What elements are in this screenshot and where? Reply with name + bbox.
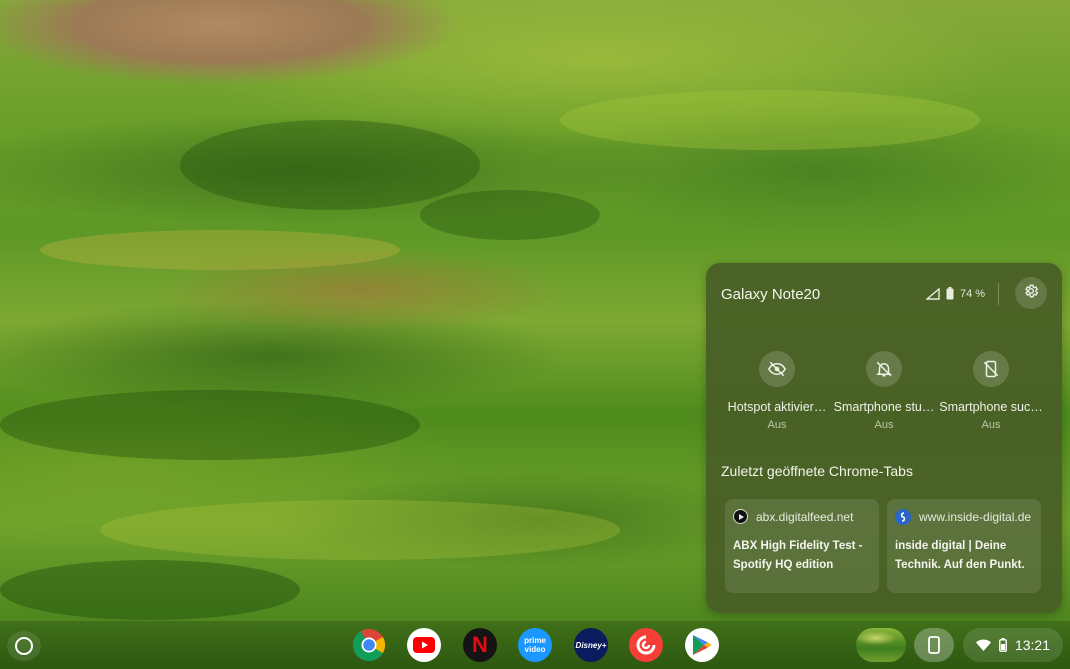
app-play-store[interactable] xyxy=(685,628,719,662)
phone-status: 74 % xyxy=(926,287,985,300)
phone-off-icon xyxy=(973,351,1009,387)
locate-phone-toggle[interactable]: Smartphone suc… Aus xyxy=(938,351,1044,431)
recent-tab-card[interactable]: abx.digitalfeed.net ABX High Fidelity Te… xyxy=(725,499,879,593)
hotspot-off-icon xyxy=(759,351,795,387)
hill-highlight xyxy=(560,90,980,150)
hill-highlight xyxy=(40,230,400,270)
signal-icon xyxy=(926,287,940,300)
play-circle-icon xyxy=(733,509,748,524)
prime-video-icon: prime video xyxy=(524,636,546,654)
app-youtube[interactable] xyxy=(407,628,441,662)
app-disney-plus[interactable]: Disney+ xyxy=(574,628,608,662)
tab-site: abx.digitalfeed.net xyxy=(733,509,853,524)
hill-highlight xyxy=(100,500,620,560)
tab-site-url: abx.digitalfeed.net xyxy=(756,509,854,524)
netflix-icon: N xyxy=(472,632,488,657)
silence-phone-state: Aus xyxy=(874,419,894,431)
silence-phone-toggle[interactable]: Smartphone stu… Aus xyxy=(831,351,937,431)
recent-tab-card[interactable]: www.inside-digital.de inside digital | D… xyxy=(887,499,1041,593)
inside-digital-icon xyxy=(895,509,911,525)
bell-off-icon xyxy=(866,351,902,387)
settings-button[interactable] xyxy=(1015,277,1047,309)
app-pocket-casts[interactable] xyxy=(629,628,663,662)
clock: 13:21 xyxy=(1014,637,1051,653)
hill-shadow xyxy=(0,390,420,460)
divider xyxy=(998,283,999,305)
pocket-casts-icon xyxy=(636,635,656,655)
silence-phone-label: Smartphone stu… xyxy=(833,400,935,414)
hotspot-toggle[interactable]: Hotspot aktivier… Aus xyxy=(724,351,830,431)
hotspot-state: Aus xyxy=(767,419,787,431)
phone-hub-panel: Galaxy Note20 74 % Hotspot aktivier… Aus… xyxy=(706,263,1062,613)
play-store-icon xyxy=(693,635,712,655)
phone-hub-button[interactable] xyxy=(914,628,954,662)
hotspot-label: Hotspot aktivier… xyxy=(727,400,827,414)
chrome-icon xyxy=(352,629,386,662)
battery-percentage: 74 % xyxy=(960,287,986,300)
disney-plus-icon: Disney+ xyxy=(575,640,607,650)
app-netflix[interactable]: N xyxy=(463,628,497,662)
app-chrome[interactable] xyxy=(352,628,386,662)
wifi-icon xyxy=(975,639,991,651)
locate-phone-label: Smartphone suc… xyxy=(939,400,1043,414)
holding-space-thumbnail[interactable] xyxy=(856,628,906,662)
battery-icon xyxy=(999,638,1007,652)
tab-title: inside digital | Deine Technik. Auf den … xyxy=(895,540,1025,571)
launcher-icon xyxy=(15,637,33,655)
gear-icon xyxy=(1023,283,1039,304)
recent-tabs-heading: Zuletzt geöffnete Chrome-Tabs xyxy=(721,463,913,479)
hill-shadow xyxy=(0,560,300,620)
launcher-button[interactable] xyxy=(7,631,41,661)
tab-site-url: www.inside-digital.de xyxy=(919,510,1032,524)
phone-icon xyxy=(928,636,940,654)
battery-icon xyxy=(946,287,954,300)
youtube-icon xyxy=(413,637,435,653)
hill-shadow xyxy=(420,190,600,240)
status-area[interactable]: 13:21 xyxy=(963,628,1063,662)
app-prime-video[interactable]: prime video xyxy=(518,628,552,662)
hill-shadow xyxy=(180,120,480,210)
tab-site: www.inside-digital.de xyxy=(895,509,1031,525)
locate-phone-state: Aus xyxy=(981,419,1001,431)
device-name: Galaxy Note20 xyxy=(721,286,821,303)
tab-title: ABX High Fidelity Test - Spotify HQ edit… xyxy=(733,540,863,571)
